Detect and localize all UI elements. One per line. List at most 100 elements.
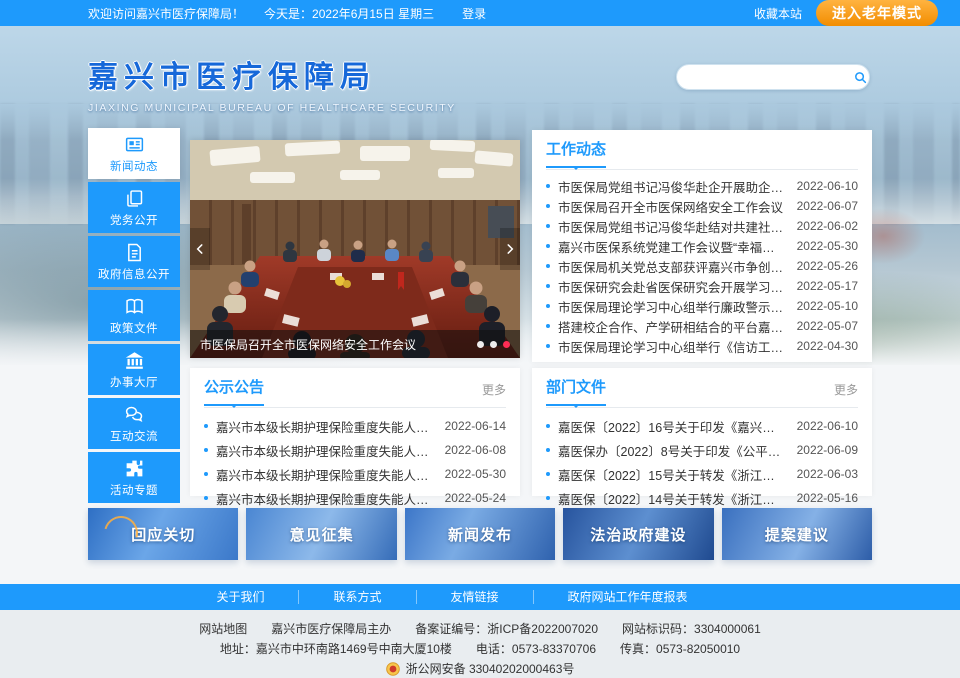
news-item[interactable]: 嘉医保〔2022〕14号关于转发《浙江省医疗保... 2022-05-16	[546, 486, 858, 510]
footer-nav-link[interactable]: 政府网站工作年度报表	[534, 590, 722, 604]
conference-room-photo	[190, 140, 520, 358]
news-item-date: 2022-06-14	[445, 419, 506, 433]
bullet-dot	[204, 472, 208, 476]
sidebar-item-label: 政策文件	[110, 320, 158, 336]
carousel-dot[interactable]	[477, 341, 484, 348]
news-item[interactable]: 嘉医保办〔2022〕8号关于印发《公平竞争审查... 2022-06-09	[546, 438, 858, 462]
footer-text-segment: 网站地图	[199, 622, 247, 636]
elder-mode-button[interactable]: 进入老年模式	[816, 0, 938, 26]
carousel-caption[interactable]: 市医保局召开全市医保网络安全工作会议	[200, 336, 467, 353]
footer-nav: 关于我们联系方式友情链接政府网站工作年度报表	[0, 584, 960, 610]
site-title: 嘉兴市医疗保障局	[88, 52, 456, 96]
news-item-date: 2022-05-30	[445, 467, 506, 481]
site-logo: 嘉兴市医疗保障局 JIAXING MUNICIPAL BUREAU OF HEA…	[88, 52, 456, 114]
search-button[interactable]	[852, 65, 869, 89]
news-item[interactable]: 市医保局党组书记冯俊华赴企开展助企纾困活动 2022-06-10	[546, 176, 858, 196]
section-title[interactable]: 工作动态	[546, 140, 606, 168]
bullet-dot	[204, 496, 208, 500]
news-item[interactable]: 市医保局党组书记冯俊华赴结对共建社区指导全国文... 2022-06-02	[546, 216, 858, 236]
news-item-date: 2022-05-26	[797, 259, 858, 273]
news-item[interactable]: 市医保局理论学习中心组举行廉政警示教育专题学习... 2022-05-10	[546, 296, 858, 316]
news-item[interactable]: 市医保研究会赴省医保研究会开展学习交流活动 2022-05-17	[546, 276, 858, 296]
search-input[interactable]	[677, 70, 852, 84]
news-item[interactable]: 搭建校企合作、产学研相结合的平台嘉兴市长期护理... 2022-05-07	[546, 316, 858, 336]
carousel-caption-bar: 市医保局召开全市医保网络安全工作会议	[190, 330, 520, 358]
section-header: 公示公告 更多	[204, 378, 506, 408]
quick-link-tile[interactable]: 回应关切	[88, 508, 238, 560]
site-subtitle: JIAXING MUNICIPAL BUREAU OF HEALTHCARE S…	[88, 102, 456, 114]
security-record-text[interactable]: 浙公网安备 33040202000463号	[406, 659, 575, 678]
footer-nav-link[interactable]: 友情链接	[417, 590, 534, 604]
sidebar-item[interactable]: 办事大厅	[88, 344, 180, 395]
news-item-date: 2022-05-10	[797, 299, 858, 313]
bullet-dot	[546, 344, 550, 348]
news-item[interactable]: 嘉医保〔2022〕15号关于转发《浙江省医疗保... 2022-06-03	[546, 462, 858, 486]
bullet-dot	[546, 472, 550, 476]
chevron-left-icon	[193, 242, 207, 256]
carousel-next-button[interactable]	[500, 228, 520, 270]
news-item[interactable]: 市医保局机关党总支部获评嘉兴市争创“建设清廉机... 2022-05-26	[546, 256, 858, 276]
more-link[interactable]: 更多	[482, 381, 506, 398]
sidebar-item-label: 政府信息公开	[98, 266, 170, 282]
sidebar-item[interactable]: 新闻动态	[88, 128, 180, 179]
news-item[interactable]: 嘉医保〔2022〕16号关于印发《嘉兴市医疗保... 2022-06-10	[546, 414, 858, 438]
news-item-title: 嘉医保办〔2022〕8号关于印发《公平竞争审查...	[558, 441, 787, 460]
sidebar-item[interactable]: 政府信息公开	[88, 236, 180, 287]
news-item-title: 嘉兴市本级长期护理保险重度失能人员名单公示（2...	[216, 417, 435, 436]
sidebar-item-label: 办事大厅	[110, 374, 158, 390]
work-news-list: 市医保局党组书记冯俊华赴企开展助企纾困活动 2022-06-10 市医保局召开全…	[546, 176, 858, 356]
news-item[interactable]: 嘉兴市本级长期护理保险重度失能人员名单公示（2... 2022-06-08	[204, 438, 506, 462]
news-item-title: 嘉兴市本级长期护理保险重度失能人员名单公示（2...	[216, 465, 435, 484]
page: 欢迎访问嘉兴市医疗保障局！ 今天是：2022年6月15日 星期三 登录 收藏本站…	[0, 0, 960, 678]
carousel-dots	[477, 341, 510, 348]
section-title[interactable]: 部门文件	[546, 378, 606, 406]
carousel-dot[interactable]	[490, 341, 497, 348]
sidebar-item[interactable]: 政策文件	[88, 290, 180, 341]
news-item[interactable]: 嘉兴市本级长期护理保险重度失能人员名单公示（2... 2022-05-24	[204, 486, 506, 510]
carousel-dot[interactable]	[503, 341, 510, 348]
news-item-title: 嘉医保〔2022〕15号关于转发《浙江省医疗保...	[558, 465, 787, 484]
announcements-panel: 公示公告 更多 嘉兴市本级长期护理保险重度失能人员名单公示（2... 2022-…	[190, 368, 520, 496]
footer-text-segment: 传真：0573-82050010	[620, 642, 740, 656]
bullet-dot	[546, 324, 550, 328]
quick-link-tile[interactable]: 意见征集	[246, 508, 396, 560]
section-title[interactable]: 公示公告	[204, 378, 264, 406]
favorite-site-link[interactable]: 收藏本站	[754, 5, 802, 22]
quick-link-tile[interactable]: 提案建议	[722, 508, 872, 560]
bullet-dot	[546, 184, 550, 188]
section-header: 工作动态	[546, 140, 858, 170]
footer-text-segment: 电话：0573-83370706	[476, 642, 596, 656]
news-item-title: 市医保局党组书记冯俊华赴企开展助企纾困活动	[558, 177, 787, 196]
news-item-title: 市医保研究会赴省医保研究会开展学习交流活动	[558, 277, 787, 296]
bullet-dot	[546, 304, 550, 308]
footer-line-2: 地址：嘉兴市中环南路1469号中南大厦10楼电话：0573-83370706传真…	[0, 639, 960, 659]
copy-icon	[124, 188, 145, 209]
footer-nav-link[interactable]: 联系方式	[299, 590, 416, 604]
news-item-title: 嘉兴市本级长期护理保险重度失能人员名单公示（2...	[216, 441, 435, 460]
more-link[interactable]: 更多	[834, 381, 858, 398]
login-link[interactable]: 登录	[462, 5, 486, 22]
sidebar-item[interactable]: 党务公开	[88, 182, 180, 233]
quick-link-tile[interactable]: 新闻发布	[405, 508, 555, 560]
quick-link-tile[interactable]: 法治政府建设	[563, 508, 713, 560]
footer-nav-link[interactable]: 关于我们	[182, 590, 299, 604]
footer-text-segment: 嘉兴市医疗保障局主办	[271, 622, 391, 636]
news-item-date: 2022-05-24	[445, 491, 506, 505]
news-item[interactable]: 嘉兴市本级长期护理保险重度失能人员名单公示（2... 2022-05-30	[204, 462, 506, 486]
news-item[interactable]: 市医保局召开全市医保网络安全工作会议 2022-06-07	[546, 196, 858, 216]
sidebar-item[interactable]: 活动专题	[88, 452, 180, 503]
sidebar-item[interactable]: 互动交流	[88, 398, 180, 449]
carousel-prev-button[interactable]	[190, 228, 210, 270]
sidebar-item-label: 互动交流	[110, 428, 158, 444]
bullet-dot	[546, 424, 550, 428]
bullet-dot	[204, 448, 208, 452]
news-item-date: 2022-06-10	[797, 419, 858, 433]
emblem-icon	[386, 662, 400, 676]
news-item[interactable]: 市医保局理论学习中心组举行《信访工作条例》专题... 2022-04-30	[546, 336, 858, 356]
bullet-dot	[546, 204, 550, 208]
bullet-dot	[546, 224, 550, 228]
news-item[interactable]: 嘉兴市医保系统党建工作会议暨“幸福医保”党建联... 2022-05-30	[546, 236, 858, 256]
news-item-title: 市医保局召开全市医保网络安全工作会议	[558, 197, 787, 216]
news-item[interactable]: 嘉兴市本级长期护理保险重度失能人员名单公示（2... 2022-06-14	[204, 414, 506, 438]
bullet-dot	[546, 284, 550, 288]
